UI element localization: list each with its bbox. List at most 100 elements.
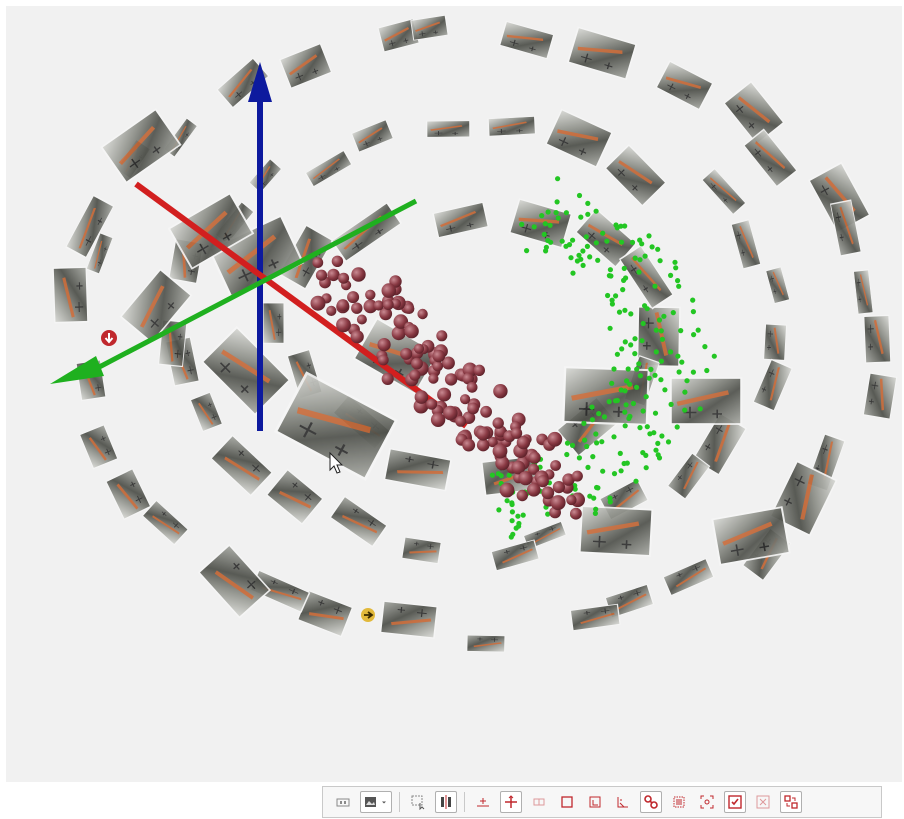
sparse-point xyxy=(691,332,697,338)
grid-select-button[interactable] xyxy=(668,791,690,813)
sparse-point xyxy=(711,353,717,359)
sparse-point xyxy=(606,399,612,405)
3d-viewport[interactable] xyxy=(6,6,902,782)
sparse-point xyxy=(644,424,650,430)
sparse-point xyxy=(690,309,697,315)
sparse-point xyxy=(587,254,593,260)
camera-sphere xyxy=(400,347,413,360)
camera-sphere xyxy=(327,268,340,282)
crop-button[interactable] xyxy=(584,791,606,813)
check-box-icon xyxy=(728,795,742,809)
sparse-point xyxy=(564,440,571,446)
camera-sphere xyxy=(570,507,582,520)
sparse-point xyxy=(509,509,515,515)
sparse-point xyxy=(607,325,613,331)
camera-sphere xyxy=(462,438,476,452)
camera-image-plane xyxy=(328,494,389,549)
focus-button[interactable] xyxy=(696,791,718,813)
sparse-point xyxy=(621,460,627,467)
sparse-point xyxy=(675,278,681,284)
sparse-point xyxy=(568,255,574,261)
sparse-point xyxy=(682,389,688,395)
reference-icon xyxy=(533,798,545,806)
scene-canvas[interactable] xyxy=(6,6,902,782)
sparse-point xyxy=(509,518,515,524)
sparse-point xyxy=(672,259,678,265)
bounding-box-button[interactable] xyxy=(556,791,578,813)
sparse-point xyxy=(623,402,629,408)
camera-image-plane xyxy=(350,118,395,154)
sparse-point xyxy=(569,442,576,448)
link-button[interactable] xyxy=(640,791,662,813)
camera-sphere xyxy=(411,357,423,370)
sparse-point xyxy=(626,415,632,422)
camera-image-plane xyxy=(580,506,653,556)
sparse-point xyxy=(644,306,650,312)
sparse-point xyxy=(519,221,525,227)
sparse-point xyxy=(656,317,663,323)
image-display-dropdown[interactable] xyxy=(360,791,392,813)
sparse-point xyxy=(640,320,646,327)
camera-sphere xyxy=(550,495,566,511)
x-box-icon xyxy=(756,795,770,809)
right-arrow-circle-icon[interactable] xyxy=(361,608,375,622)
sparse-point xyxy=(639,338,645,344)
sparse-point xyxy=(554,199,560,205)
camera-image-plane xyxy=(278,42,334,90)
sparse-point xyxy=(559,238,565,244)
sparse-point xyxy=(676,283,682,289)
selection-tool-button[interactable] xyxy=(407,791,429,813)
sparse-point xyxy=(637,237,643,243)
sparse-point xyxy=(653,327,659,333)
camera-image-plane xyxy=(654,59,715,112)
sparse-point xyxy=(697,406,703,412)
sparse-point xyxy=(651,430,657,436)
reference-button[interactable] xyxy=(528,791,550,813)
move-marker-button[interactable] xyxy=(500,791,522,813)
sparse-point xyxy=(593,240,599,246)
sparse-point xyxy=(653,447,659,453)
sparse-point xyxy=(563,210,570,216)
sparse-point xyxy=(576,192,583,199)
sparse-point xyxy=(629,239,636,245)
camera-image-plane xyxy=(729,218,763,271)
sparse-point xyxy=(609,301,616,307)
sparse-point xyxy=(563,243,569,249)
sparse-point xyxy=(590,454,596,460)
sparse-point xyxy=(600,230,606,236)
sparse-point xyxy=(678,328,684,334)
camera-sphere xyxy=(492,443,508,459)
sparse-point xyxy=(498,473,504,479)
view-mode-button[interactable] xyxy=(332,791,354,813)
camera-sphere xyxy=(365,289,376,300)
sparse-point xyxy=(589,404,595,410)
sparse-point xyxy=(648,366,654,372)
sparse-point xyxy=(614,351,621,357)
add-marker-button[interactable] xyxy=(472,791,494,813)
sparse-point xyxy=(668,272,674,278)
down-arrow-circle-icon[interactable] xyxy=(101,330,117,346)
sparse-point xyxy=(652,410,659,416)
align-tool-button[interactable] xyxy=(435,791,457,813)
sparse-point xyxy=(541,231,547,237)
sparse-point xyxy=(630,400,637,407)
camera-image-plane xyxy=(862,313,893,365)
disable-button[interactable] xyxy=(752,791,774,813)
transform-button[interactable] xyxy=(780,791,802,813)
sparse-point xyxy=(585,464,591,470)
ruler-button[interactable] xyxy=(612,791,634,813)
sparse-point xyxy=(632,255,638,261)
camera-sphere xyxy=(444,373,458,386)
sparse-point xyxy=(596,411,602,417)
camera-sphere xyxy=(547,431,563,447)
sparse-point xyxy=(584,443,590,450)
camera-image-plane xyxy=(304,149,354,188)
sparse-point xyxy=(679,359,685,365)
enable-button[interactable] xyxy=(724,791,746,813)
sparse-point xyxy=(489,472,495,478)
sparse-point xyxy=(592,510,599,516)
camera-image-plane xyxy=(852,268,875,316)
camera-sphere xyxy=(381,372,394,385)
camera-sphere xyxy=(518,471,533,486)
camera-image-plane xyxy=(425,119,472,139)
